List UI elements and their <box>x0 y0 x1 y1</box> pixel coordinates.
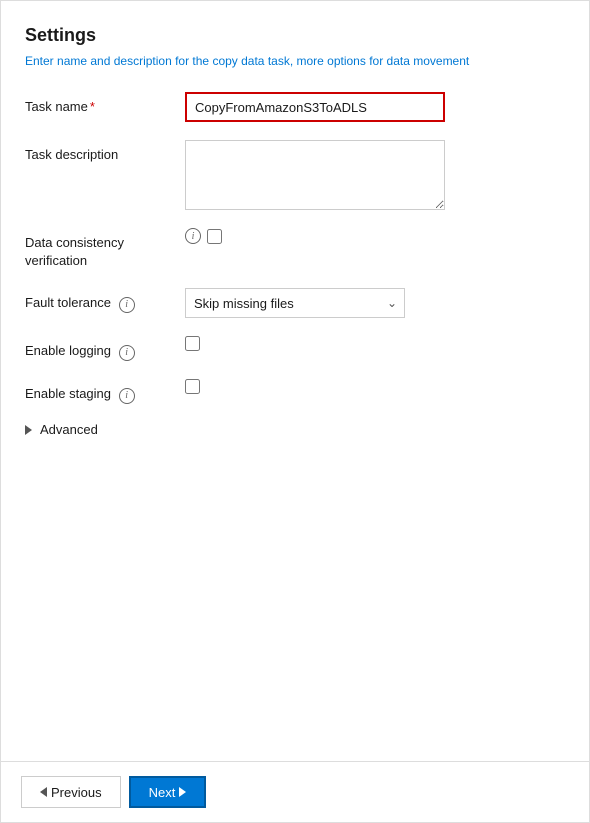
previous-label: Previous <box>51 785 102 800</box>
enable-staging-info-icon[interactable]: i <box>119 388 135 404</box>
page-title: Settings <box>25 25 565 46</box>
data-consistency-info-icon[interactable]: i <box>185 228 201 244</box>
task-name-control-area <box>185 92 565 122</box>
task-description-control-area <box>185 140 565 210</box>
content-area: Settings Enter name and description for … <box>1 1 589 761</box>
fault-tolerance-info-icon[interactable]: i <box>119 297 135 313</box>
previous-chevron-icon <box>40 787 47 797</box>
next-button[interactable]: Next <box>129 776 207 808</box>
task-description-label: Task description <box>25 140 185 164</box>
data-consistency-label: Data consistency verification <box>25 228 185 270</box>
task-name-label: Task name* <box>25 92 185 116</box>
page-subtitle: Enter name and description for the copy … <box>25 54 565 68</box>
task-description-row: Task description <box>25 140 565 210</box>
enable-logging-info-icon[interactable]: i <box>119 345 135 361</box>
next-label: Next <box>149 785 176 800</box>
footer: Previous Next <box>1 761 589 822</box>
advanced-label: Advanced <box>40 422 98 437</box>
task-name-input[interactable] <box>185 92 445 122</box>
task-name-row: Task name* <box>25 92 565 122</box>
data-consistency-checkbox-wrapper <box>207 229 222 244</box>
enable-staging-row: Enable staging i <box>25 379 565 404</box>
fault-tolerance-select[interactable]: Skip missing files Skip incompatible row… <box>185 288 405 318</box>
enable-staging-checkbox[interactable] <box>185 379 200 394</box>
fault-tolerance-control-area: Skip missing files Skip incompatible row… <box>185 288 565 318</box>
data-consistency-row: Data consistency verification i <box>25 228 565 270</box>
enable-staging-control-area <box>185 379 565 394</box>
fault-tolerance-select-wrapper: Skip missing files Skip incompatible row… <box>185 288 405 318</box>
enable-staging-label: Enable staging i <box>25 379 185 404</box>
task-description-input[interactable] <box>185 140 445 210</box>
enable-logging-label: Enable logging i <box>25 336 185 361</box>
fault-tolerance-label: Fault tolerance i <box>25 288 185 313</box>
enable-logging-row: Enable logging i <box>25 336 565 361</box>
fault-tolerance-row: Fault tolerance i Skip missing files Ski… <box>25 288 565 318</box>
data-consistency-control-area: i <box>185 228 565 244</box>
enable-logging-control-area <box>185 336 565 351</box>
advanced-chevron-icon <box>25 425 32 435</box>
advanced-row[interactable]: Advanced <box>25 422 565 437</box>
page-container: Settings Enter name and description for … <box>0 0 590 823</box>
next-chevron-icon <box>179 787 186 797</box>
enable-logging-checkbox[interactable] <box>185 336 200 351</box>
data-consistency-checkbox[interactable] <box>207 229 222 244</box>
previous-button[interactable]: Previous <box>21 776 121 808</box>
